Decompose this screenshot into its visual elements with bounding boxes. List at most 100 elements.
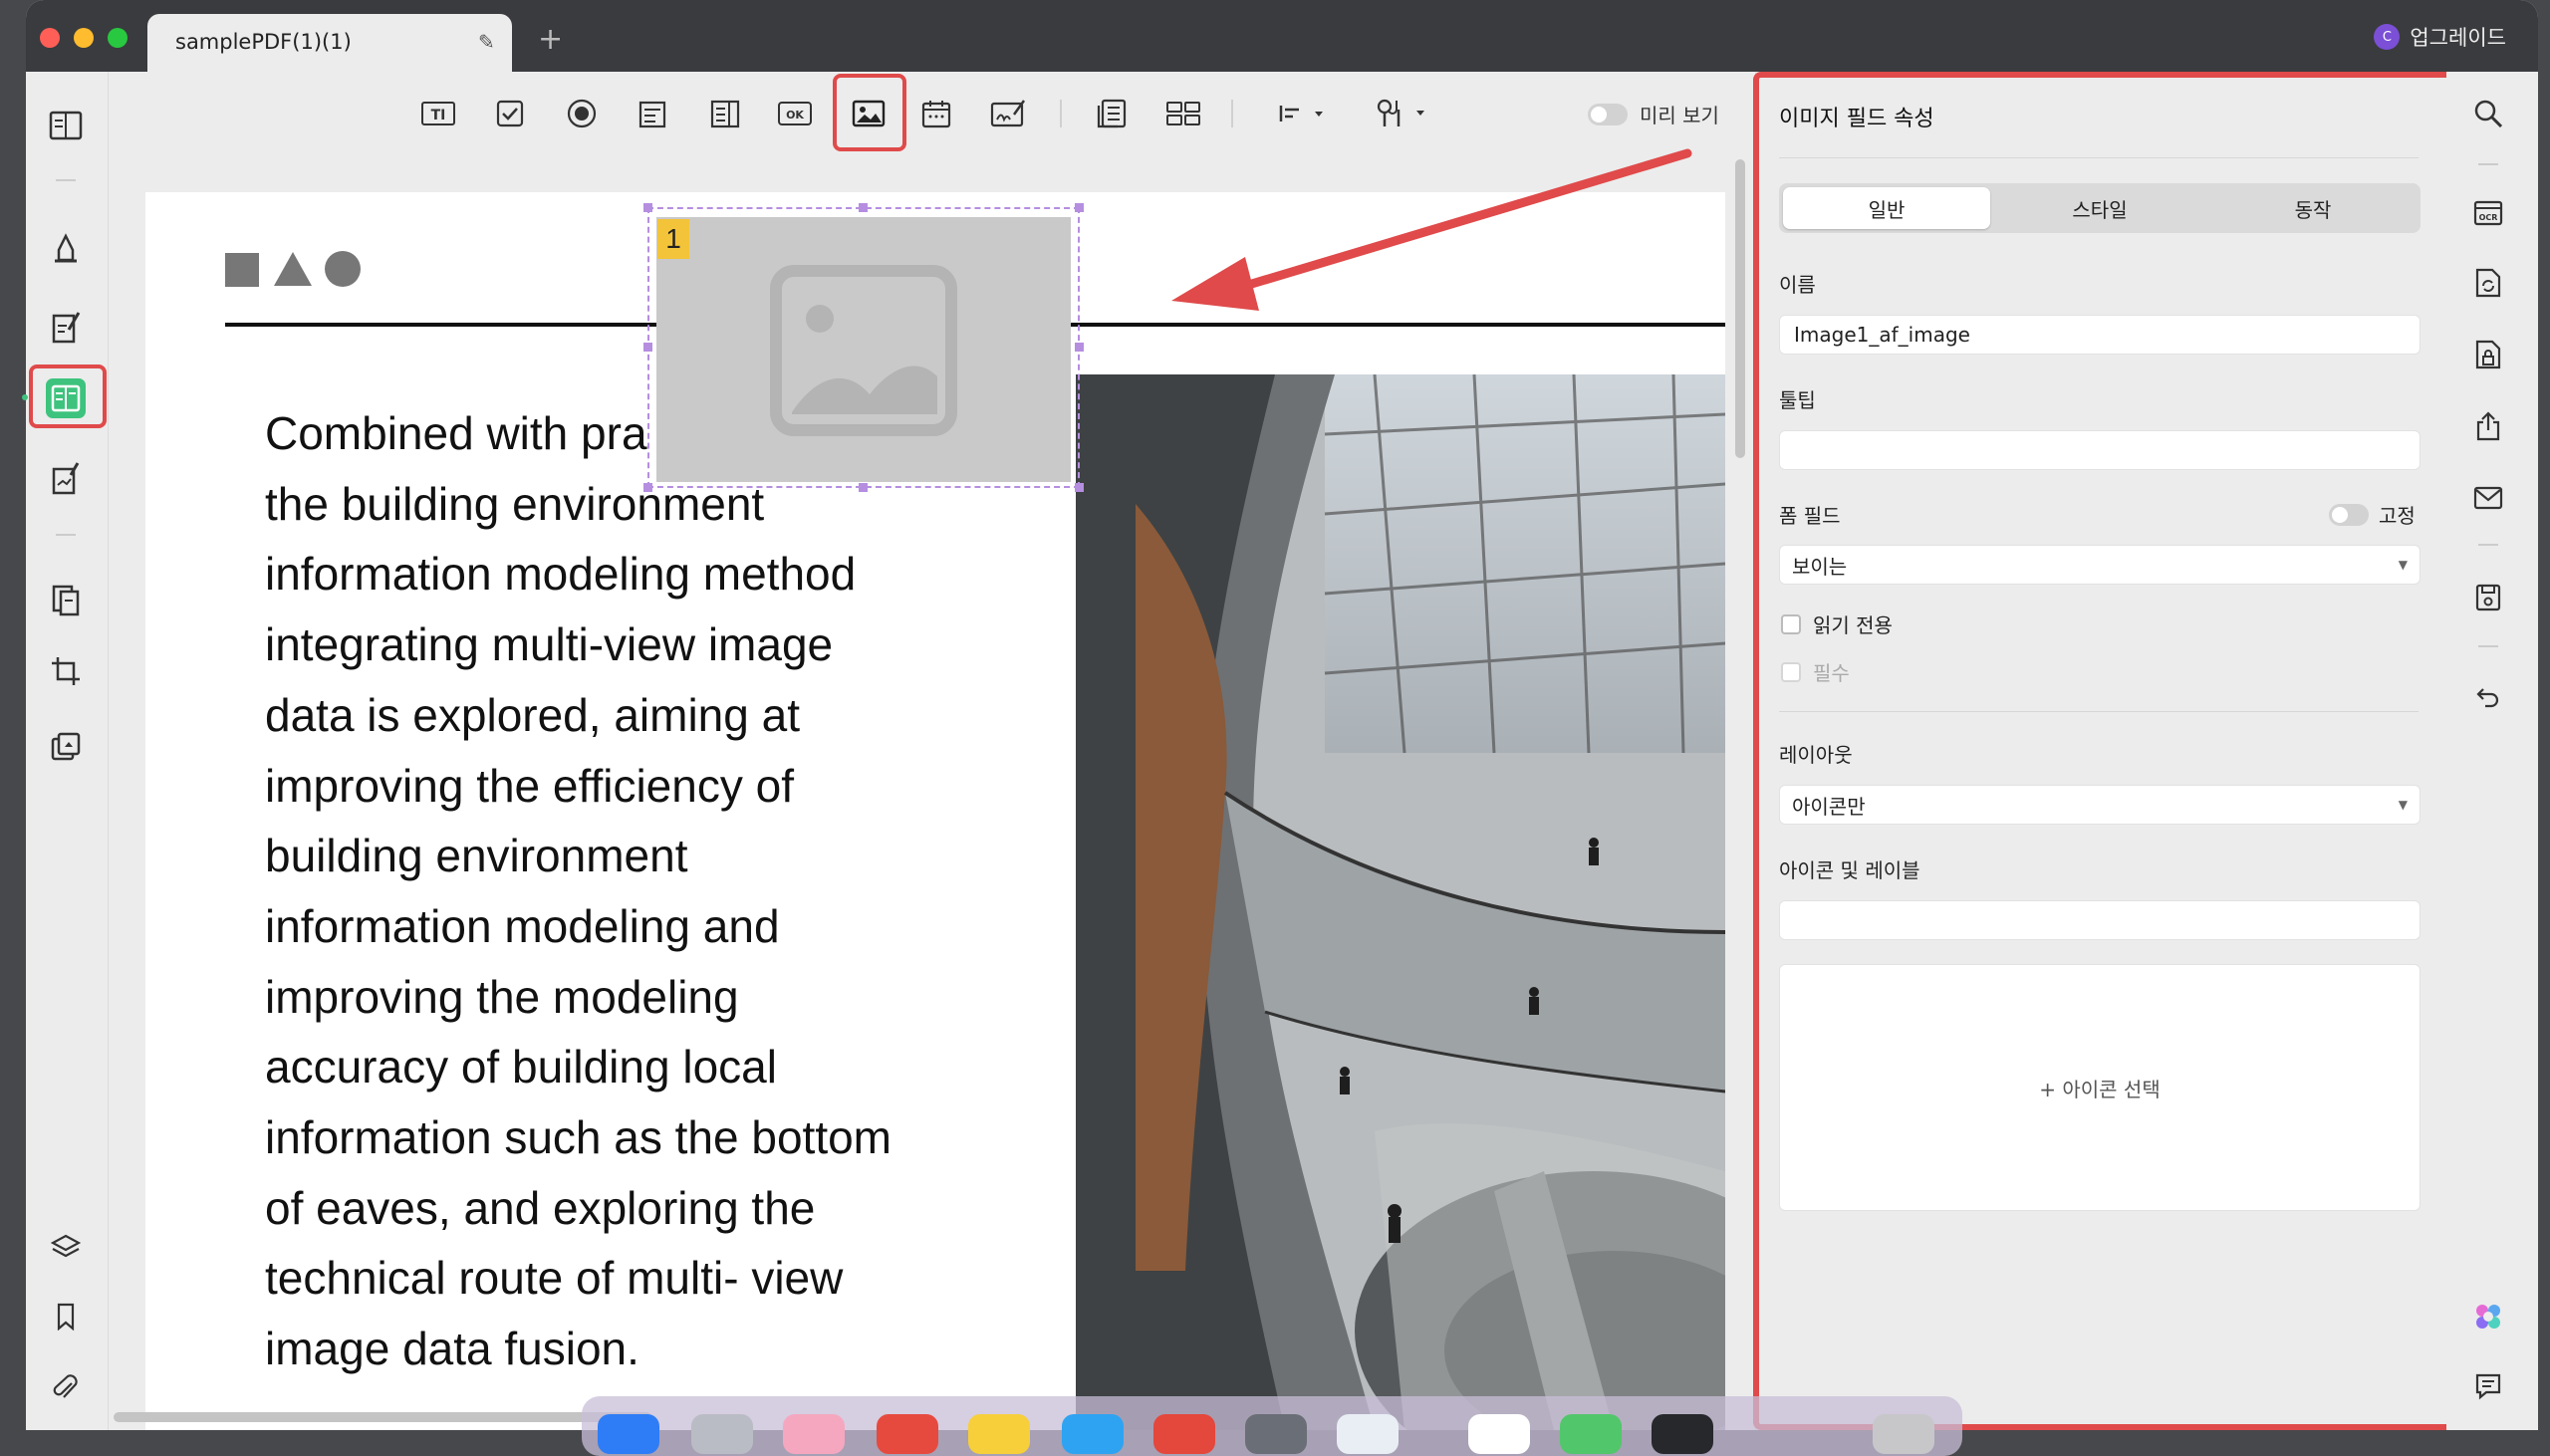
field-settings-tool[interactable] [1371, 92, 1434, 135]
protect-icon[interactable] [2466, 333, 2510, 376]
search-icon[interactable] [2466, 92, 2510, 135]
user-avatar: C [2374, 24, 2401, 50]
sidebar-divider [56, 534, 76, 536]
new-tab-button[interactable]: + [538, 22, 563, 57]
vertical-scrollbar[interactable] [1735, 159, 1745, 458]
preview-switch[interactable] [1588, 103, 1628, 125]
text-line: information modeling method [265, 548, 857, 601]
close-window-button[interactable] [40, 28, 60, 48]
reader-mode-icon[interactable] [44, 104, 88, 147]
document-body-text: Combined with pra the building environme… [265, 398, 1002, 1384]
toolbar-divider [1231, 100, 1233, 127]
edit-pdf-icon[interactable] [44, 305, 88, 349]
field-number-badge: 1 [657, 219, 689, 259]
resize-handle[interactable] [1075, 343, 1084, 352]
strip-divider [2478, 544, 2498, 546]
preview-label: 미리 보기 [1640, 104, 1719, 127]
active-indicator-dot [22, 394, 28, 400]
panel-highlight [1753, 72, 2530, 1430]
logo-triangle [273, 251, 313, 291]
dock-app-icon[interactable] [598, 1414, 659, 1454]
comment-tool-icon[interactable] [44, 225, 88, 269]
minimize-window-button[interactable] [74, 28, 94, 48]
organize-pages-icon[interactable] [44, 578, 88, 621]
bookmark-icon[interactable] [44, 1295, 88, 1338]
list-box-tool[interactable] [703, 92, 747, 135]
dock-app-icon[interactable] [691, 1414, 753, 1454]
comments-icon[interactable] [2466, 1364, 2510, 1408]
resize-handle[interactable] [1075, 203, 1084, 212]
image-field-tool-highlight [833, 74, 906, 151]
text-line: technical route of multi- view [265, 1252, 844, 1305]
button-tool[interactable]: OK [773, 92, 817, 135]
annotation-arrow [1155, 145, 1693, 319]
checkbox-tool[interactable] [488, 92, 532, 135]
svg-text:OCR: OCR [2479, 213, 2498, 222]
attachment-icon[interactable] [44, 1366, 88, 1410]
logo-circle [325, 251, 361, 287]
text-line: improving the modeling [265, 970, 739, 1023]
text-line: improving the efficiency of [265, 759, 794, 812]
field-selection-box[interactable] [647, 207, 1080, 488]
signature-field-tool[interactable] [986, 92, 1030, 135]
dock-app-icon[interactable] [1560, 1414, 1622, 1454]
dock-app-icon[interactable] [1153, 1414, 1215, 1454]
dock-calendar-icon[interactable] [877, 1414, 938, 1454]
convert-icon[interactable] [2466, 261, 2510, 305]
horizontal-scrollbar[interactable] [114, 1412, 651, 1422]
architecture-photo [1076, 374, 1725, 1430]
save-icon[interactable] [2466, 576, 2510, 619]
upgrade-label: 업그레이드 [2410, 26, 2506, 50]
text-line: image data fusion. [265, 1323, 639, 1375]
resize-handle[interactable] [643, 203, 652, 212]
resize-handle[interactable] [859, 203, 868, 212]
resize-handle[interactable] [1075, 483, 1084, 492]
logo-square [225, 253, 259, 287]
svg-text:OK: OK [786, 109, 804, 121]
email-icon[interactable] [2466, 476, 2510, 520]
dock-app-icon[interactable] [1468, 1414, 1530, 1454]
duplicate-field-tool[interactable] [1090, 92, 1134, 135]
toolbar-divider [1060, 100, 1062, 127]
text-line: building environment [265, 830, 688, 882]
ai-assistant-icon[interactable] [2466, 1295, 2510, 1338]
zoom-window-button[interactable] [108, 28, 128, 48]
text-line: data is explored, aiming at [265, 688, 800, 741]
dock-app-icon[interactable] [1245, 1414, 1307, 1454]
dock-app-icon[interactable] [783, 1414, 845, 1454]
undo-icon[interactable] [2466, 675, 2510, 719]
text-line: accuracy of building local [265, 1041, 777, 1093]
layers-icon[interactable] [44, 1225, 88, 1269]
text-field-tool[interactable]: TI [416, 92, 460, 135]
rename-tab-icon[interactable]: ✎ [478, 30, 495, 54]
svg-text:TI: TI [431, 108, 446, 123]
dock-trash-icon[interactable] [1873, 1414, 1934, 1454]
sidebar-divider [56, 179, 76, 181]
strip-divider [2478, 163, 2498, 165]
radio-button-tool[interactable] [560, 92, 604, 135]
resize-handle[interactable] [643, 483, 652, 492]
page-tools-icon[interactable] [44, 725, 88, 769]
align-tool[interactable] [1273, 92, 1333, 135]
resize-handle[interactable] [643, 343, 652, 352]
dock-app-icon[interactable] [968, 1414, 1030, 1454]
resize-handle[interactable] [859, 483, 868, 492]
text-line: information modeling and [265, 899, 780, 952]
strip-divider [2478, 645, 2498, 647]
title-bar: samplePDF(1)(1) ✎ + C 업그레이드 [26, 0, 2538, 72]
share-icon[interactable] [2466, 404, 2510, 448]
grid-tool[interactable] [1161, 92, 1205, 135]
preview-toggle[interactable]: 미리 보기 [1588, 100, 1719, 128]
crop-icon[interactable] [44, 649, 88, 693]
ocr-icon[interactable]: OCR [2466, 191, 2510, 235]
dock-app-icon[interactable] [1062, 1414, 1124, 1454]
upgrade-button[interactable]: C 업그레이드 [2374, 22, 2506, 52]
dock-app-icon[interactable] [1337, 1414, 1399, 1454]
text-line: of eaves, and exploring the [265, 1181, 816, 1234]
combo-box-tool[interactable] [632, 92, 675, 135]
fill-sign-icon[interactable] [44, 456, 88, 500]
date-field-tool[interactable] [914, 92, 958, 135]
form-tool-highlight [29, 364, 107, 428]
dock-app-icon[interactable] [1652, 1414, 1713, 1454]
text-line: information such as the bottom [265, 1111, 892, 1164]
